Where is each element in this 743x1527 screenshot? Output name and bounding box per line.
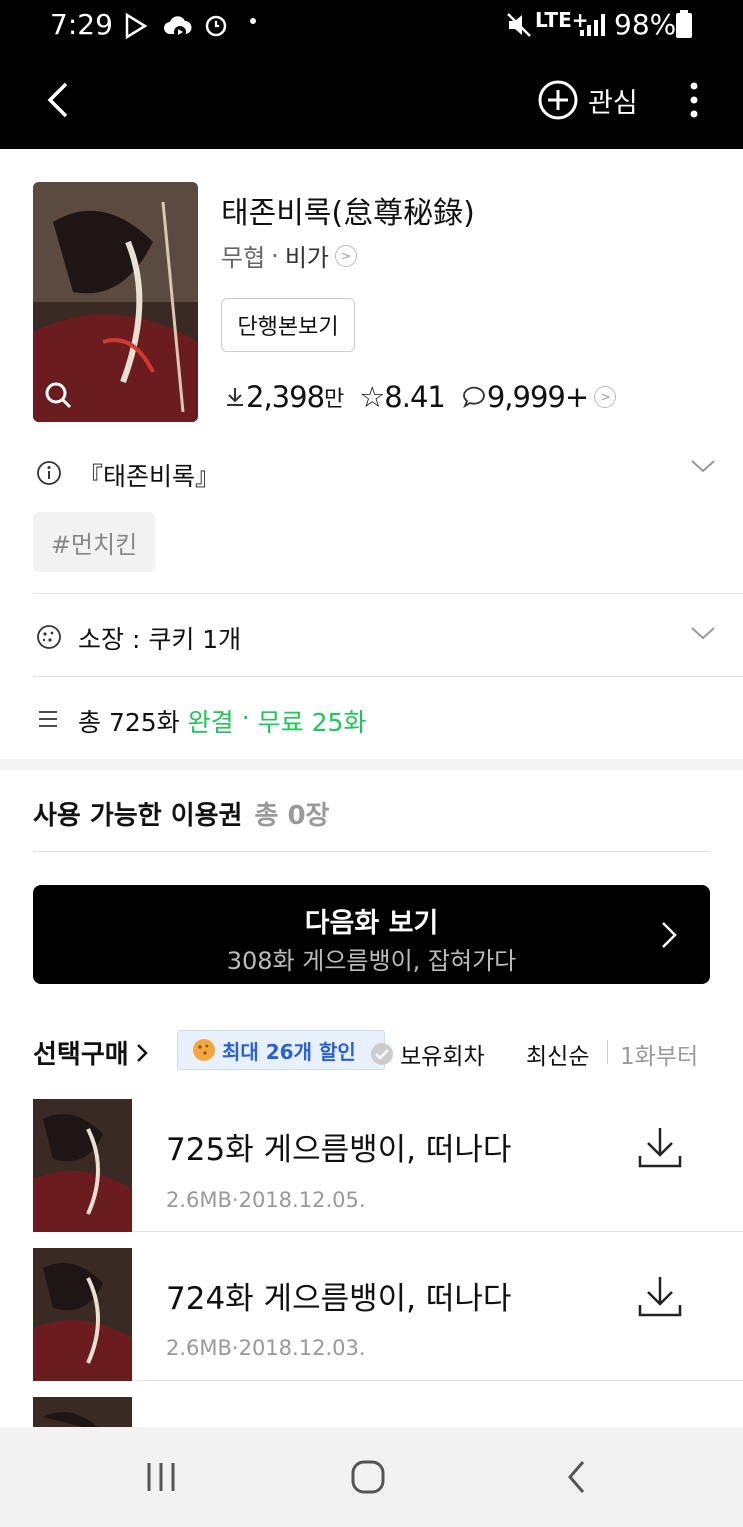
- chevron-right-icon: [136, 1043, 148, 1062]
- star-icon: ☆: [359, 380, 385, 414]
- plus-circle-icon: [538, 80, 578, 120]
- next-episode-subtitle: 308화 게으름뱅이, 잡혀가다: [226, 947, 517, 975]
- owned-filter[interactable]: 보유회차: [370, 1037, 485, 1071]
- list-icon: [39, 711, 57, 727]
- episode-thumbnail[interactable]: [33, 1397, 132, 1427]
- chevron-right-icon: >: [594, 386, 617, 408]
- home-icon[interactable]: [350, 1459, 386, 1495]
- rating-stat: ☆ 8.41: [359, 380, 446, 414]
- episode-art: [33, 1248, 132, 1381]
- divider: [132, 1380, 743, 1381]
- volume-view-button[interactable]: 단행본보기: [221, 298, 355, 352]
- comments-stat[interactable]: 9,999+ >: [461, 380, 617, 414]
- total-episodes: 총 725화: [78, 708, 180, 737]
- section-gap: [0, 759, 743, 770]
- episode-art: [33, 1099, 132, 1232]
- favorite-button[interactable]: 관심: [538, 79, 638, 121]
- genre-author[interactable]: 무협 · 비가 >: [221, 238, 357, 273]
- download-icon: [227, 388, 243, 406]
- divider: [132, 1231, 743, 1232]
- episode-meta: 2.6MB·2018.12.03.: [166, 1336, 366, 1360]
- work-title: 태존비록(怠尊秘錄): [221, 196, 475, 231]
- chevron-right-icon: >: [334, 244, 357, 267]
- comment-icon: [462, 386, 485, 409]
- episode-thumbnail[interactable]: [33, 1099, 132, 1232]
- cookie-icon: [193, 1039, 215, 1061]
- notification-dot: [250, 18, 256, 24]
- more-options-icon[interactable]: [684, 80, 704, 120]
- voucher-label: 사용 가능한 이용권: [33, 801, 243, 831]
- expand-chevron-icon[interactable]: [690, 625, 716, 641]
- info-icon: [37, 461, 61, 485]
- cloud-icon: [164, 16, 192, 38]
- cookie-icon: [37, 625, 61, 649]
- episode-title[interactable]: 724화 게으름뱅이, 떠나다: [166, 1273, 511, 1318]
- episode-summary: 총 725화 완결 · 무료 25화: [78, 703, 366, 739]
- check-circle-icon: [371, 1043, 393, 1065]
- divider: [607, 1040, 608, 1064]
- episode-title[interactable]: 725화 게으름뱅이, 떠나다: [166, 1124, 511, 1169]
- separator-dot: ·: [271, 241, 279, 270]
- alarm-icon: [205, 15, 227, 37]
- favorite-label: 관심: [588, 87, 638, 119]
- episode-meta: 2.6MB·2018.12.05.: [166, 1188, 366, 1212]
- complete-status: 완결: [187, 708, 234, 737]
- free-episodes: 무료 25화: [257, 708, 367, 737]
- divider: [33, 676, 743, 677]
- expand-chevron-icon[interactable]: [690, 458, 716, 474]
- voucher-row: 사용 가능한 이용권 총 0장: [33, 795, 329, 832]
- top-bar: 7:29 LTE+ 98% 관심: [0, 0, 743, 149]
- chevron-right-icon: [662, 922, 677, 948]
- next-episode-button[interactable]: 다음화 보기 308화 게으름뱅이, 잡혀가다: [33, 885, 710, 984]
- system-nav-bar: [0, 1427, 743, 1527]
- separator-dot: ·: [241, 703, 250, 732]
- download-icon[interactable]: [637, 1126, 683, 1168]
- hashtag-chip[interactable]: #먼치킨: [33, 512, 155, 572]
- voucher-count: 총 0장: [254, 801, 330, 831]
- episode-art: [33, 1397, 132, 1427]
- stats-row: 2,398 만 ☆ 8.41 9,999+ >: [224, 380, 632, 414]
- divider: [33, 593, 743, 594]
- mute-icon: [507, 13, 531, 37]
- next-episode-title: 다음화 보기: [304, 908, 439, 939]
- intro-text: 『태존비록』: [78, 462, 221, 491]
- sort-from-first[interactable]: 1화부터: [620, 1037, 698, 1071]
- discount-badge[interactable]: 최대 26개 할인: [177, 1030, 385, 1070]
- select-buy-button[interactable]: 선택구매: [33, 1034, 149, 1071]
- status-time: 7:29: [50, 8, 113, 41]
- back-button[interactable]: [40, 80, 80, 120]
- play-store-icon: [125, 12, 148, 40]
- battery-icon: [676, 10, 692, 38]
- search-icon: [45, 382, 72, 409]
- signal-icon: [580, 14, 605, 36]
- downloads-stat: 2,398 만: [224, 380, 344, 414]
- battery-percent: 98%: [614, 8, 677, 41]
- ownership-text: 소장 : 쿠키 1개: [78, 625, 242, 654]
- recent-apps-icon[interactable]: [144, 1461, 178, 1493]
- download-icon[interactable]: [637, 1275, 683, 1317]
- sort-latest[interactable]: 최신순: [526, 1037, 589, 1071]
- divider: [33, 851, 710, 852]
- genre-label: 무협: [221, 244, 266, 272]
- cover-image[interactable]: [33, 182, 198, 422]
- nav-back-icon[interactable]: [565, 1459, 587, 1495]
- author-label: 비가: [284, 244, 329, 272]
- episode-thumbnail[interactable]: [33, 1248, 132, 1381]
